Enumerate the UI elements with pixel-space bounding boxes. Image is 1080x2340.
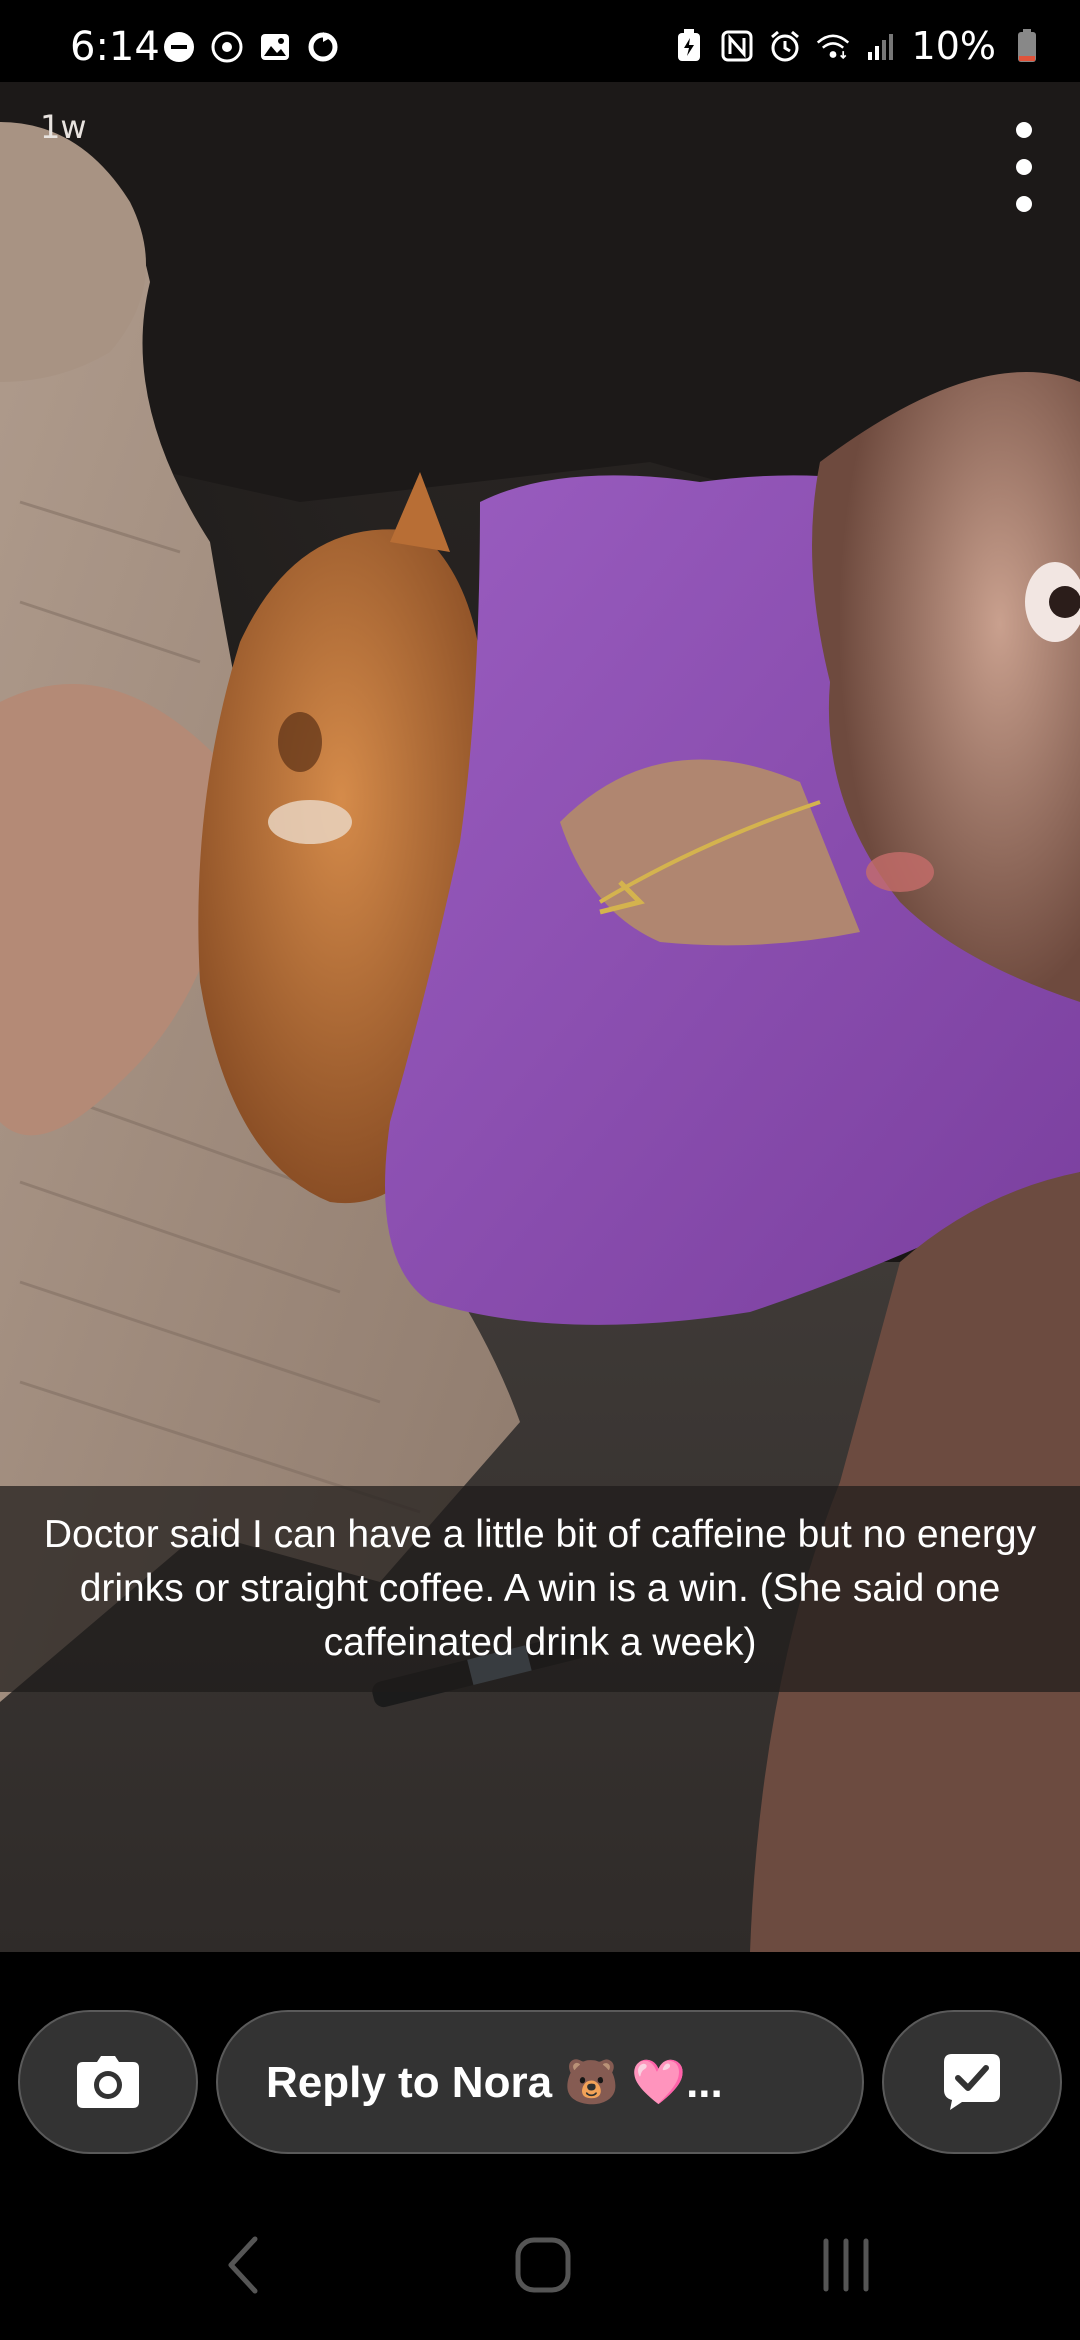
home-icon: [515, 2237, 571, 2293]
recents-icon: [823, 2238, 869, 2292]
status-left-icons: [162, 30, 340, 64]
battery-percent: 10%: [911, 24, 996, 68]
reply-placeholder: Reply to Nora 🐻 🩷...: [266, 2058, 723, 2107]
camera-button[interactable]: [18, 2010, 198, 2154]
nfc-icon: [720, 29, 754, 63]
story-caption: Doctor said I can have a little bit of c…: [43, 1513, 1037, 1664]
battery-icon: [1010, 29, 1044, 63]
story-age: 1w: [40, 108, 87, 146]
system-navigation-bar: [0, 2230, 1080, 2300]
recents-button[interactable]: [806, 2230, 886, 2300]
battery-saver-icon: [672, 29, 706, 63]
do-not-disturb-icon: [162, 30, 196, 64]
wifi-icon: [816, 29, 850, 63]
location-sync-icon: [210, 30, 244, 64]
alarm-icon: [768, 29, 802, 63]
sync-icon: [306, 30, 340, 64]
back-button[interactable]: [203, 2230, 283, 2300]
status-bar: 6:14 10%: [0, 0, 1080, 82]
more-options-icon[interactable]: [1004, 122, 1044, 212]
status-right: 10%: [672, 24, 1044, 68]
story-caption-band: Doctor said I can have a little bit of c…: [0, 1486, 1080, 1692]
back-icon: [228, 2236, 258, 2294]
home-button[interactable]: [503, 2230, 583, 2300]
chat-check-icon: [944, 2054, 1000, 2110]
gallery-icon: [258, 30, 292, 64]
chat-button[interactable]: [882, 2010, 1062, 2154]
camera-icon: [77, 2056, 139, 2108]
status-time: 6:14: [70, 24, 160, 70]
signal-icon: [864, 29, 898, 63]
story-photo[interactable]: 1w Doctor said I can have a little bit o…: [0, 82, 1080, 1952]
reply-input[interactable]: Reply to Nora 🐻 🩷...: [216, 2010, 864, 2154]
